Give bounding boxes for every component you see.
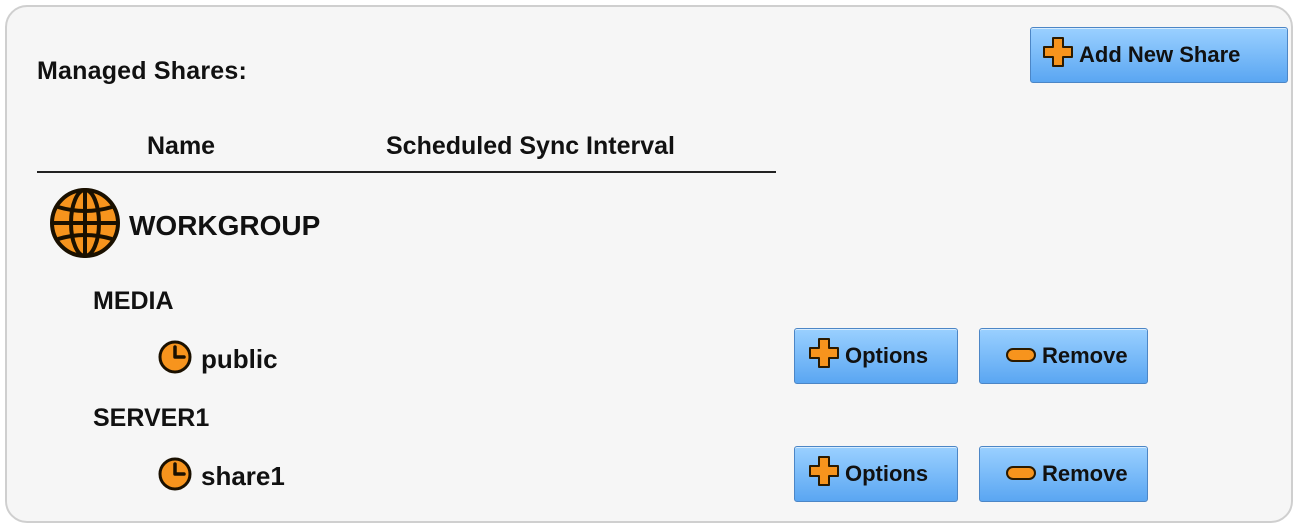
- share-row-share1: share1: [157, 456, 285, 497]
- share-row-public: public: [157, 339, 278, 380]
- remove-button-share1[interactable]: Remove: [979, 446, 1148, 502]
- plus-icon: [1043, 37, 1073, 73]
- server-media: MEDIA: [93, 287, 174, 315]
- globe-icon: [49, 187, 121, 264]
- add-new-share-label: Add New Share: [1079, 42, 1241, 67]
- column-header-sync-interval: Scheduled Sync Interval: [386, 132, 675, 160]
- options-button-public[interactable]: Options: [794, 328, 958, 384]
- remove-label: Remove: [1042, 461, 1128, 486]
- plus-icon: [809, 338, 839, 374]
- header-divider: [37, 171, 776, 173]
- options-button-share1[interactable]: Options: [794, 446, 958, 502]
- share-name: share1: [201, 461, 285, 491]
- remove-label: Remove: [1042, 343, 1128, 368]
- workgroup-name: WORKGROUP: [129, 209, 321, 241]
- column-header-name: Name: [147, 132, 216, 160]
- clock-icon: [157, 339, 193, 380]
- server-server1: SERVER1: [93, 404, 210, 432]
- share-name: public: [201, 344, 278, 374]
- add-new-share-button[interactable]: Add New Share: [1030, 27, 1288, 83]
- remove-button-public[interactable]: Remove: [979, 328, 1148, 384]
- managed-shares-panel: Managed Shares: Add New Share Name Sched…: [5, 5, 1293, 523]
- options-label: Options: [845, 461, 929, 486]
- minus-icon: [1006, 343, 1036, 369]
- page-title: Managed Shares:: [37, 57, 248, 85]
- clock-icon: [157, 456, 193, 497]
- workgroup-row: WORKGROUP: [49, 187, 320, 264]
- plus-icon: [809, 456, 839, 492]
- minus-icon: [1006, 461, 1036, 487]
- options-label: Options: [845, 343, 929, 368]
